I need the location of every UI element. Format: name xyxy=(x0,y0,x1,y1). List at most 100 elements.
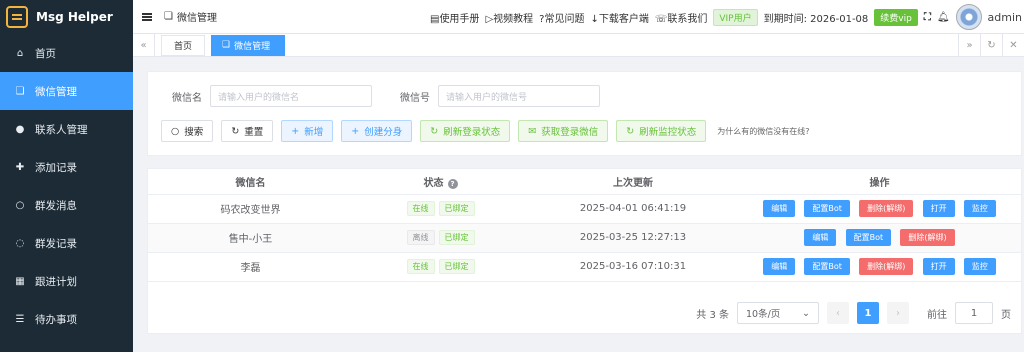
sidebar-item-label: 群发消息 xyxy=(35,199,77,212)
goto-page-input[interactable]: 1 xyxy=(955,302,993,324)
edit-button[interactable]: 编辑 xyxy=(804,229,837,246)
sidebar-item-contacts[interactable]: ● 联系人管理 xyxy=(0,110,133,148)
last-updated: 2025-04-01 06:41:19 xyxy=(528,194,738,224)
calendar-icon: ▦ xyxy=(15,275,25,287)
page-suffix: 页 xyxy=(1001,309,1011,321)
search-button[interactable]: ○ 搜索 xyxy=(161,120,214,142)
wechat-table: 微信名 状态? 上次更新 操作 码农改变世界 在线 已绑定 2025-04-01 … xyxy=(148,169,1021,282)
wechat-icon: ❏ xyxy=(15,85,25,97)
contact-us-link[interactable]: ☏联系我们 xyxy=(655,10,708,25)
bound-status-tag: 已绑定 xyxy=(438,201,475,216)
home-icon: ⌂ xyxy=(16,47,24,59)
sidebar-item-label: 添加记录 xyxy=(35,161,77,174)
tabs-bar: « 首页 ❏ 微信管理 » ↻ ✕ xyxy=(133,33,1024,57)
wechat-id-input[interactable]: 请输入用户的微信号 xyxy=(438,85,600,107)
tabs-scroll-right-icon[interactable]: » xyxy=(958,34,980,57)
tabs-scroll-left-icon[interactable]: « xyxy=(133,33,155,57)
sidebar-item-home[interactable]: ⌂ 首页 xyxy=(0,34,133,72)
offline-help-link[interactable]: 为什么有的微信没有在线? xyxy=(717,126,809,137)
tab-wechat[interactable]: ❏ 微信管理 xyxy=(211,34,286,56)
question-icon[interactable]: ? xyxy=(447,178,458,189)
edit-button[interactable]: 编辑 xyxy=(763,200,796,217)
total-count: 共 3 条 xyxy=(696,309,729,321)
hamburger-menu-icon[interactable] xyxy=(142,12,152,21)
search-icon: ○ xyxy=(171,125,180,137)
next-page-button[interactable]: › xyxy=(887,302,909,324)
refresh-icon[interactable]: ↻ xyxy=(980,34,1002,57)
sidebar-item-label: 微信管理 xyxy=(35,85,77,98)
sidebar-item-mass-message[interactable]: ○ 群发消息 xyxy=(0,186,133,224)
open-button[interactable]: 打开 xyxy=(922,258,955,275)
search-panel: 微信名 请输入用户的微信名 微信号 请输入用户的微信号 ○ 搜索 ↻ 重置 + 新增 … xyxy=(147,71,1022,156)
monitor-button[interactable]: 监控 xyxy=(963,200,996,217)
user-add-icon: ✚ xyxy=(15,161,25,173)
tab-home[interactable]: 首页 xyxy=(161,34,206,56)
open-button[interactable]: 打开 xyxy=(922,200,955,217)
bell-icon[interactable]: 🔔︎ xyxy=(937,12,950,23)
wechat-id-field: 微信号 请输入用户的微信号 xyxy=(400,85,600,107)
wechat-name: 售中-小王 xyxy=(148,223,353,253)
delete-button[interactable]: 删除(解绑) xyxy=(859,258,914,275)
avatar[interactable] xyxy=(955,4,982,30)
online-status-tag: 离线 xyxy=(406,230,435,245)
get-login-button[interactable]: ✉ 获取登录微信 xyxy=(518,120,609,142)
add-button[interactable]: + 新增 xyxy=(281,120,334,142)
wechat-icon: ❏ xyxy=(222,40,231,50)
table-row: 码农改变世界 在线 已绑定 2025-04-01 06:41:19 编辑 配置Bo… xyxy=(148,194,1021,224)
page-number-current[interactable]: 1 xyxy=(857,302,879,324)
fullscreen-icon[interactable]: ⛶ xyxy=(924,12,931,23)
edit-button[interactable]: 编辑 xyxy=(763,258,796,275)
config-bot-button[interactable]: 配置Bot xyxy=(804,258,850,275)
manual-link[interactable]: ▤使用手册 xyxy=(430,10,479,25)
delete-button[interactable]: 删除(解绑) xyxy=(859,200,914,217)
prev-page-button[interactable]: ‹ xyxy=(827,302,849,324)
username[interactable]: admin xyxy=(988,11,1022,24)
sidebar-item-label: 待办事项 xyxy=(35,313,77,326)
close-all-icon[interactable]: ✕ xyxy=(1002,34,1024,57)
column-header: 操作 xyxy=(738,169,1021,195)
app-name: Msg Helper xyxy=(36,10,113,24)
column-header: 状态? xyxy=(353,169,528,195)
refresh-login-button[interactable]: ↻ 刷新登录状态 xyxy=(420,120,511,142)
wechat-name: 码农改变世界 xyxy=(148,194,353,224)
delete-button[interactable]: 删除(解绑) xyxy=(900,229,955,246)
message-logo-icon xyxy=(6,6,28,28)
breadcrumb: ❏ 微信管理 xyxy=(164,9,217,24)
video-tutorial-link[interactable]: ▷视频教程 xyxy=(485,10,533,25)
chevron-down-icon: ⌄ xyxy=(802,307,810,319)
online-status-tag: 在线 xyxy=(406,201,435,216)
reset-button[interactable]: ↻ 重置 xyxy=(221,120,274,142)
column-header: 上次更新 xyxy=(528,169,738,195)
app-logo[interactable]: Msg Helper xyxy=(0,0,133,34)
sidebar-item-todo[interactable]: ☰ 待办事项 xyxy=(0,300,133,338)
sidebar-item-add-records[interactable]: ✚ 添加记录 xyxy=(0,148,133,186)
table-row: 李磊 在线 已绑定 2025-03-16 07:10:31 编辑 配置Bot 删除… xyxy=(148,252,1021,282)
faq-link[interactable]: ?常见问题 xyxy=(539,10,584,25)
monitor-button[interactable]: 监控 xyxy=(963,258,996,275)
bound-status-tag: 已绑定 xyxy=(438,230,475,245)
topbar-right: ▤使用手册 ▷视频教程 ?常见问题 ↓下载客户端 ☏联系我们 VIP用户 到期时… xyxy=(430,0,1024,34)
refresh-monitor-button[interactable]: ↻ 刷新监控状态 xyxy=(616,120,707,142)
sidebar-item-mass-records[interactable]: ◌ 群发记录 xyxy=(0,224,133,262)
topbar: ❏ 微信管理 ▤使用手册 ▷视频教程 ?常见问题 ↓下载客户端 ☏联系我们 VI… xyxy=(133,0,1024,34)
mail-icon: ✉ xyxy=(528,125,537,137)
config-bot-button[interactable]: 配置Bot xyxy=(845,229,892,246)
breadcrumb-current: 微信管理 xyxy=(176,13,217,24)
config-bot-button[interactable]: 配置Bot xyxy=(804,200,850,217)
wechat-name: 李磊 xyxy=(148,252,353,282)
page-size-select[interactable]: 10条/页 ⌄ xyxy=(737,302,819,324)
sidebar-item-label: 群发记录 xyxy=(35,237,77,250)
create-clone-button[interactable]: + 创建分身 xyxy=(341,120,413,142)
sidebar-item-wechat[interactable]: ❏ 微信管理 xyxy=(0,72,133,110)
wechat-name-label: 微信名 xyxy=(172,92,202,104)
chat-record-icon: ◌ xyxy=(15,237,25,249)
chat-icon: ○ xyxy=(15,199,25,211)
refresh-icon: ↻ xyxy=(231,125,240,137)
expiry-text: 到期时间: 2026-01-08 xyxy=(763,13,869,25)
todo-icon: ☰ xyxy=(15,313,25,325)
renew-vip-button[interactable]: 续费vip xyxy=(874,8,918,26)
sidebar-item-follow-plan[interactable]: ▦ 跟进计划 xyxy=(0,262,133,300)
wechat-name-input[interactable]: 请输入用户的微信名 xyxy=(210,85,372,107)
download-client-link[interactable]: ↓下载客户端 xyxy=(590,10,648,25)
sidebar-item-label: 首页 xyxy=(35,47,56,60)
